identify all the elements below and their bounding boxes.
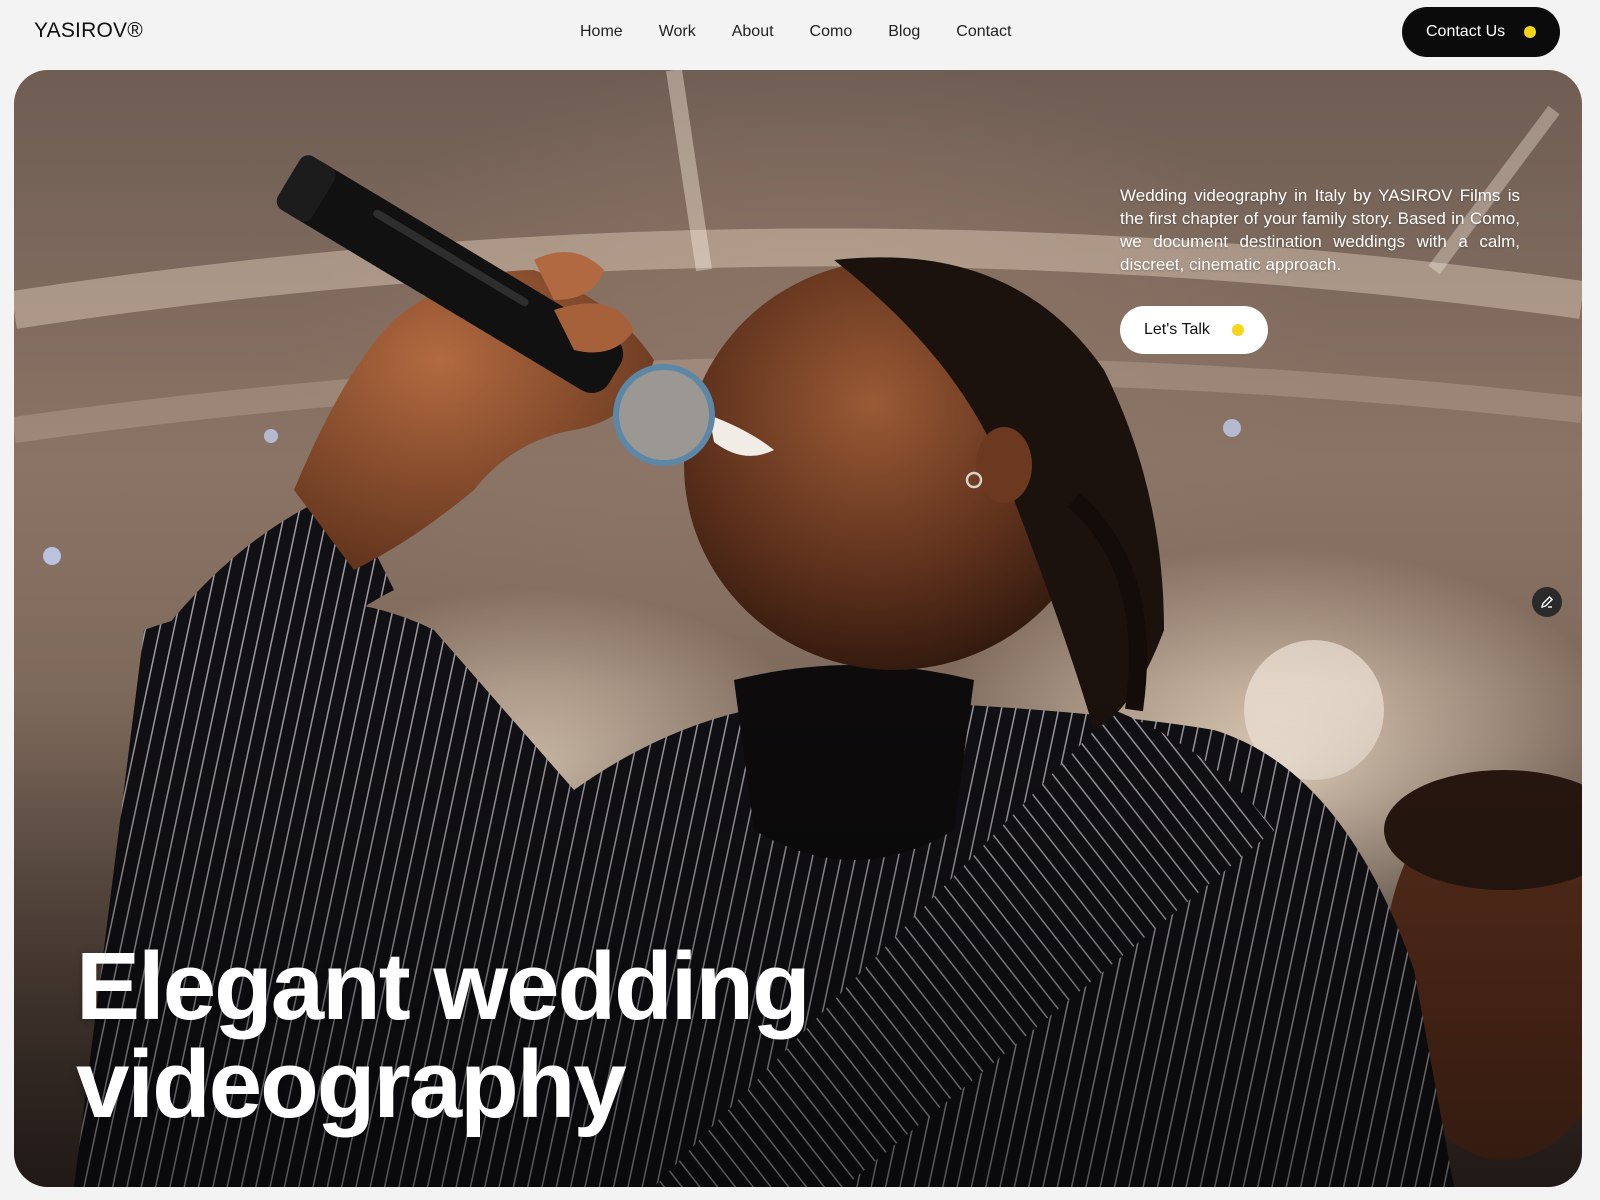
- lets-talk-label: Let's Talk: [1144, 321, 1210, 338]
- main-nav: Home Work About Como Blog Contact: [580, 21, 1011, 43]
- yellow-dot-icon: [1524, 26, 1536, 38]
- lets-talk-button[interactable]: Let's Talk: [1120, 306, 1268, 354]
- nav-item-about[interactable]: About: [732, 21, 774, 43]
- hero-section: Wedding videography in Italy by YASIROV …: [14, 70, 1582, 1187]
- contact-us-label: Contact Us: [1426, 23, 1506, 40]
- pencil-icon: [1540, 596, 1553, 609]
- nav-item-work[interactable]: Work: [659, 21, 696, 43]
- hero-description: Wedding videography in Italy by YASIROV …: [1120, 186, 1520, 274]
- hero-headline-line-2: videography: [76, 1031, 627, 1138]
- hero-headline: Elegant wedding videography: [76, 938, 976, 1134]
- site-header: YASIROV® Home Work About Como Blog Conta…: [0, 0, 1600, 68]
- yellow-dot-icon: [1232, 324, 1244, 336]
- edit-button[interactable]: [1532, 587, 1562, 617]
- contact-us-button[interactable]: Contact Us: [1402, 7, 1560, 57]
- nav-item-home[interactable]: Home: [580, 21, 623, 43]
- nav-item-contact[interactable]: Contact: [956, 21, 1011, 43]
- hero-headline-line-1: Elegant wedding: [76, 933, 811, 1040]
- brand-logo[interactable]: YASIROV®: [34, 18, 143, 44]
- nav-item-como[interactable]: Como: [810, 21, 853, 43]
- nav-item-blog[interactable]: Blog: [888, 21, 920, 43]
